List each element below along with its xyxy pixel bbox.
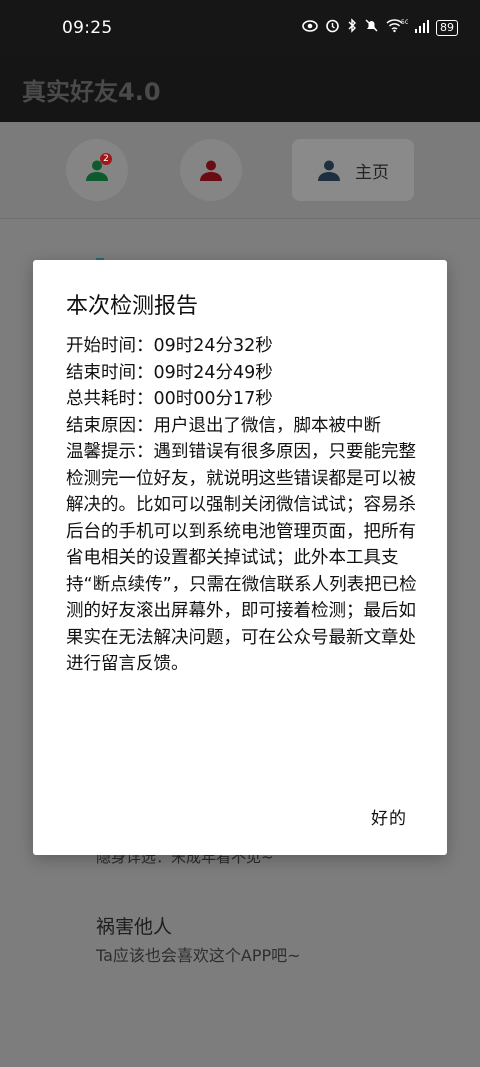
- tab-user[interactable]: [180, 139, 242, 201]
- end-reason-line: 结束原因：用户退出了微信，脚本被中断: [66, 415, 381, 436]
- app-bar: 真实好友4.0: [0, 58, 480, 122]
- tab-home-label: 主页: [355, 162, 389, 183]
- mute-icon: [364, 18, 379, 37]
- bluetooth-icon: [347, 18, 357, 37]
- signal-icon: [415, 19, 429, 37]
- list-item-title[interactable]: 祸害他人: [96, 912, 172, 939]
- alarm-icon: [325, 18, 340, 37]
- battery-icon: 89: [436, 19, 458, 36]
- dialog-title: 本次检测报告: [66, 294, 199, 319]
- report-dialog: 本次检测报告 开始时间：09时24分32秒 结束时间：09时24分49秒 总共耗…: [33, 260, 447, 855]
- start-time-line: 开始时间：09时24分32秒: [66, 336, 273, 356]
- end-time-line: 结束时间：09时24分49秒: [66, 362, 273, 383]
- status-bar: 09:25 5G 89: [0, 0, 480, 58]
- list-item-description: Ta应该也会喜欢这个APP吧~: [96, 946, 301, 965]
- ok-button[interactable]: 好的: [371, 804, 407, 829]
- dialog-body: 开始时间：09时24分32秒 结束时间：09时24分49秒 总共耗时：00时00…: [66, 333, 418, 678]
- person-icon: [318, 160, 340, 181]
- wifi-5g-icon: 5G: [386, 18, 410, 37]
- tab-friends[interactable]: 2: [66, 139, 128, 201]
- tip-line: 温馨提示：遇到错误有很多原因，只要能完整检测完一位好友，就说明这些错误都是可以被…: [66, 442, 417, 674]
- app-title: 真实好友4.0: [22, 78, 161, 106]
- notification-badge: 2: [100, 153, 112, 165]
- status-time: 09:25: [62, 18, 113, 38]
- tab-bar: 2 主页: [0, 122, 480, 219]
- tab-home[interactable]: 主页: [292, 139, 414, 201]
- duration-line: 总共耗时：00时00分17秒: [66, 389, 273, 409]
- eye-icon: [302, 19, 318, 36]
- svg-text:5G: 5G: [401, 19, 408, 26]
- status-icons: 5G 89: [302, 18, 458, 37]
- person-icon: [200, 160, 222, 181]
